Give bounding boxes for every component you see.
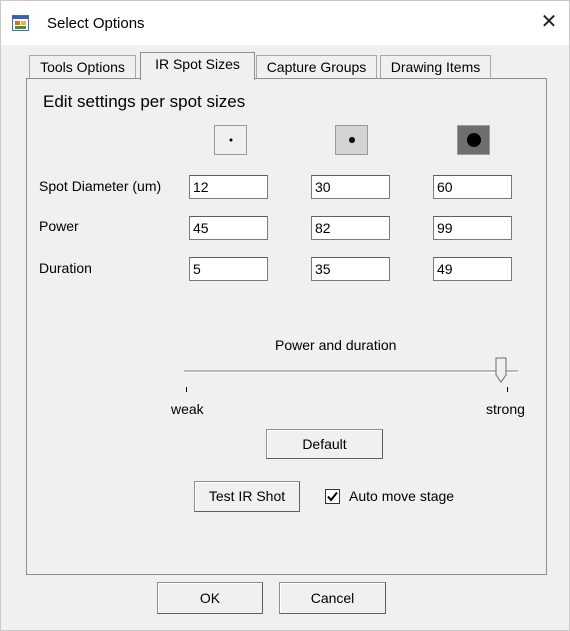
window-title: Select Options: [47, 15, 145, 32]
duration-small-field[interactable]: 5: [189, 257, 268, 281]
power-duration-slider-track[interactable]: [184, 370, 518, 373]
tab-ir-spot-sizes[interactable]: IR Spot Sizes: [140, 52, 255, 80]
ok-button[interactable]: OK: [157, 582, 263, 614]
power-large-field[interactable]: 99: [433, 216, 512, 240]
slider-max-tick: [507, 387, 508, 392]
power-label: Power: [39, 218, 79, 234]
spot-diameter-large-field[interactable]: 60: [433, 175, 512, 199]
slider-thumb[interactable]: [495, 357, 507, 383]
tab-tools-options[interactable]: Tools Options: [29, 55, 136, 78]
select-options-dialog: Select Options ✕ Tools Options IR Spot S…: [0, 0, 570, 631]
slider-label: Power and duration: [275, 337, 397, 353]
slider-max-label: strong: [486, 401, 525, 417]
small-spot-icon: [229, 138, 232, 142]
power-medium-field[interactable]: 82: [311, 216, 390, 240]
panel-heading: Edit settings per spot sizes: [43, 92, 246, 111]
checkmark-icon: [327, 491, 338, 502]
duration-large-field[interactable]: 49: [433, 257, 512, 281]
spot-diameter-small-field[interactable]: 12: [189, 175, 268, 199]
cancel-button[interactable]: Cancel: [279, 582, 386, 614]
tab-capture-groups[interactable]: Capture Groups: [256, 55, 377, 78]
spot-diameter-label: Spot Diameter (um): [39, 178, 162, 194]
title-bar: Select Options ✕: [1, 1, 569, 45]
test-ir-shot-button[interactable]: Test IR Shot: [194, 481, 300, 512]
small-spot-button[interactable]: [214, 125, 247, 155]
medium-spot-button[interactable]: [335, 125, 368, 155]
duration-medium-field[interactable]: 35: [311, 257, 390, 281]
tab-drawing-items[interactable]: Drawing Items: [380, 55, 491, 78]
large-spot-icon: [466, 133, 481, 147]
auto-move-stage-label: Auto move stage: [349, 488, 455, 504]
ir-spot-sizes-panel: Edit settings per spot sizes Spot Diamet…: [26, 78, 547, 575]
medium-spot-icon: [348, 137, 355, 143]
slider-min-tick: [186, 387, 187, 392]
large-spot-button[interactable]: [457, 125, 490, 155]
spot-diameter-medium-field[interactable]: 30: [311, 175, 390, 199]
duration-label: Duration: [39, 260, 92, 276]
auto-move-stage-checkbox[interactable]: [325, 489, 340, 504]
default-button[interactable]: Default: [266, 429, 383, 459]
power-small-field[interactable]: 45: [189, 216, 268, 240]
slider-min-label: weak: [171, 401, 204, 417]
close-icon[interactable]: ✕: [537, 11, 561, 35]
app-window-icon: [12, 15, 29, 31]
